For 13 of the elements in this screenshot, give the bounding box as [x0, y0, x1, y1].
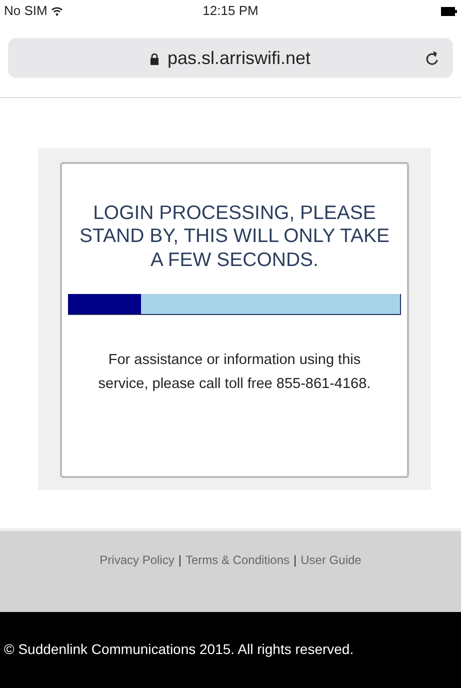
processing-heading: LOGIN PROCESSING, PLEASE STAND BY, THIS WILL ONLY TAKE A FEW SECONDS. [78, 202, 390, 272]
copyright-text: © Suddenlink Communications 2015. All rights reserved. [4, 641, 354, 657]
assistance-note: For assistance or information using this service, please call toll free 855-861-4168. [97, 351, 372, 394]
battery-icon [441, 6, 457, 16]
footer-link[interactable]: User Guide [300, 551, 362, 569]
wifi-icon [51, 6, 64, 16]
carrier-label: No SIM [4, 2, 48, 20]
link-separator: | [294, 552, 297, 569]
reload-icon[interactable] [425, 50, 439, 66]
link-separator: | [178, 552, 182, 569]
clock-time: 12:15 PM [202, 2, 258, 20]
footer-link[interactable]: Terms & Conditions [185, 551, 290, 569]
footer-link[interactable]: Privacy Policy [100, 551, 174, 569]
